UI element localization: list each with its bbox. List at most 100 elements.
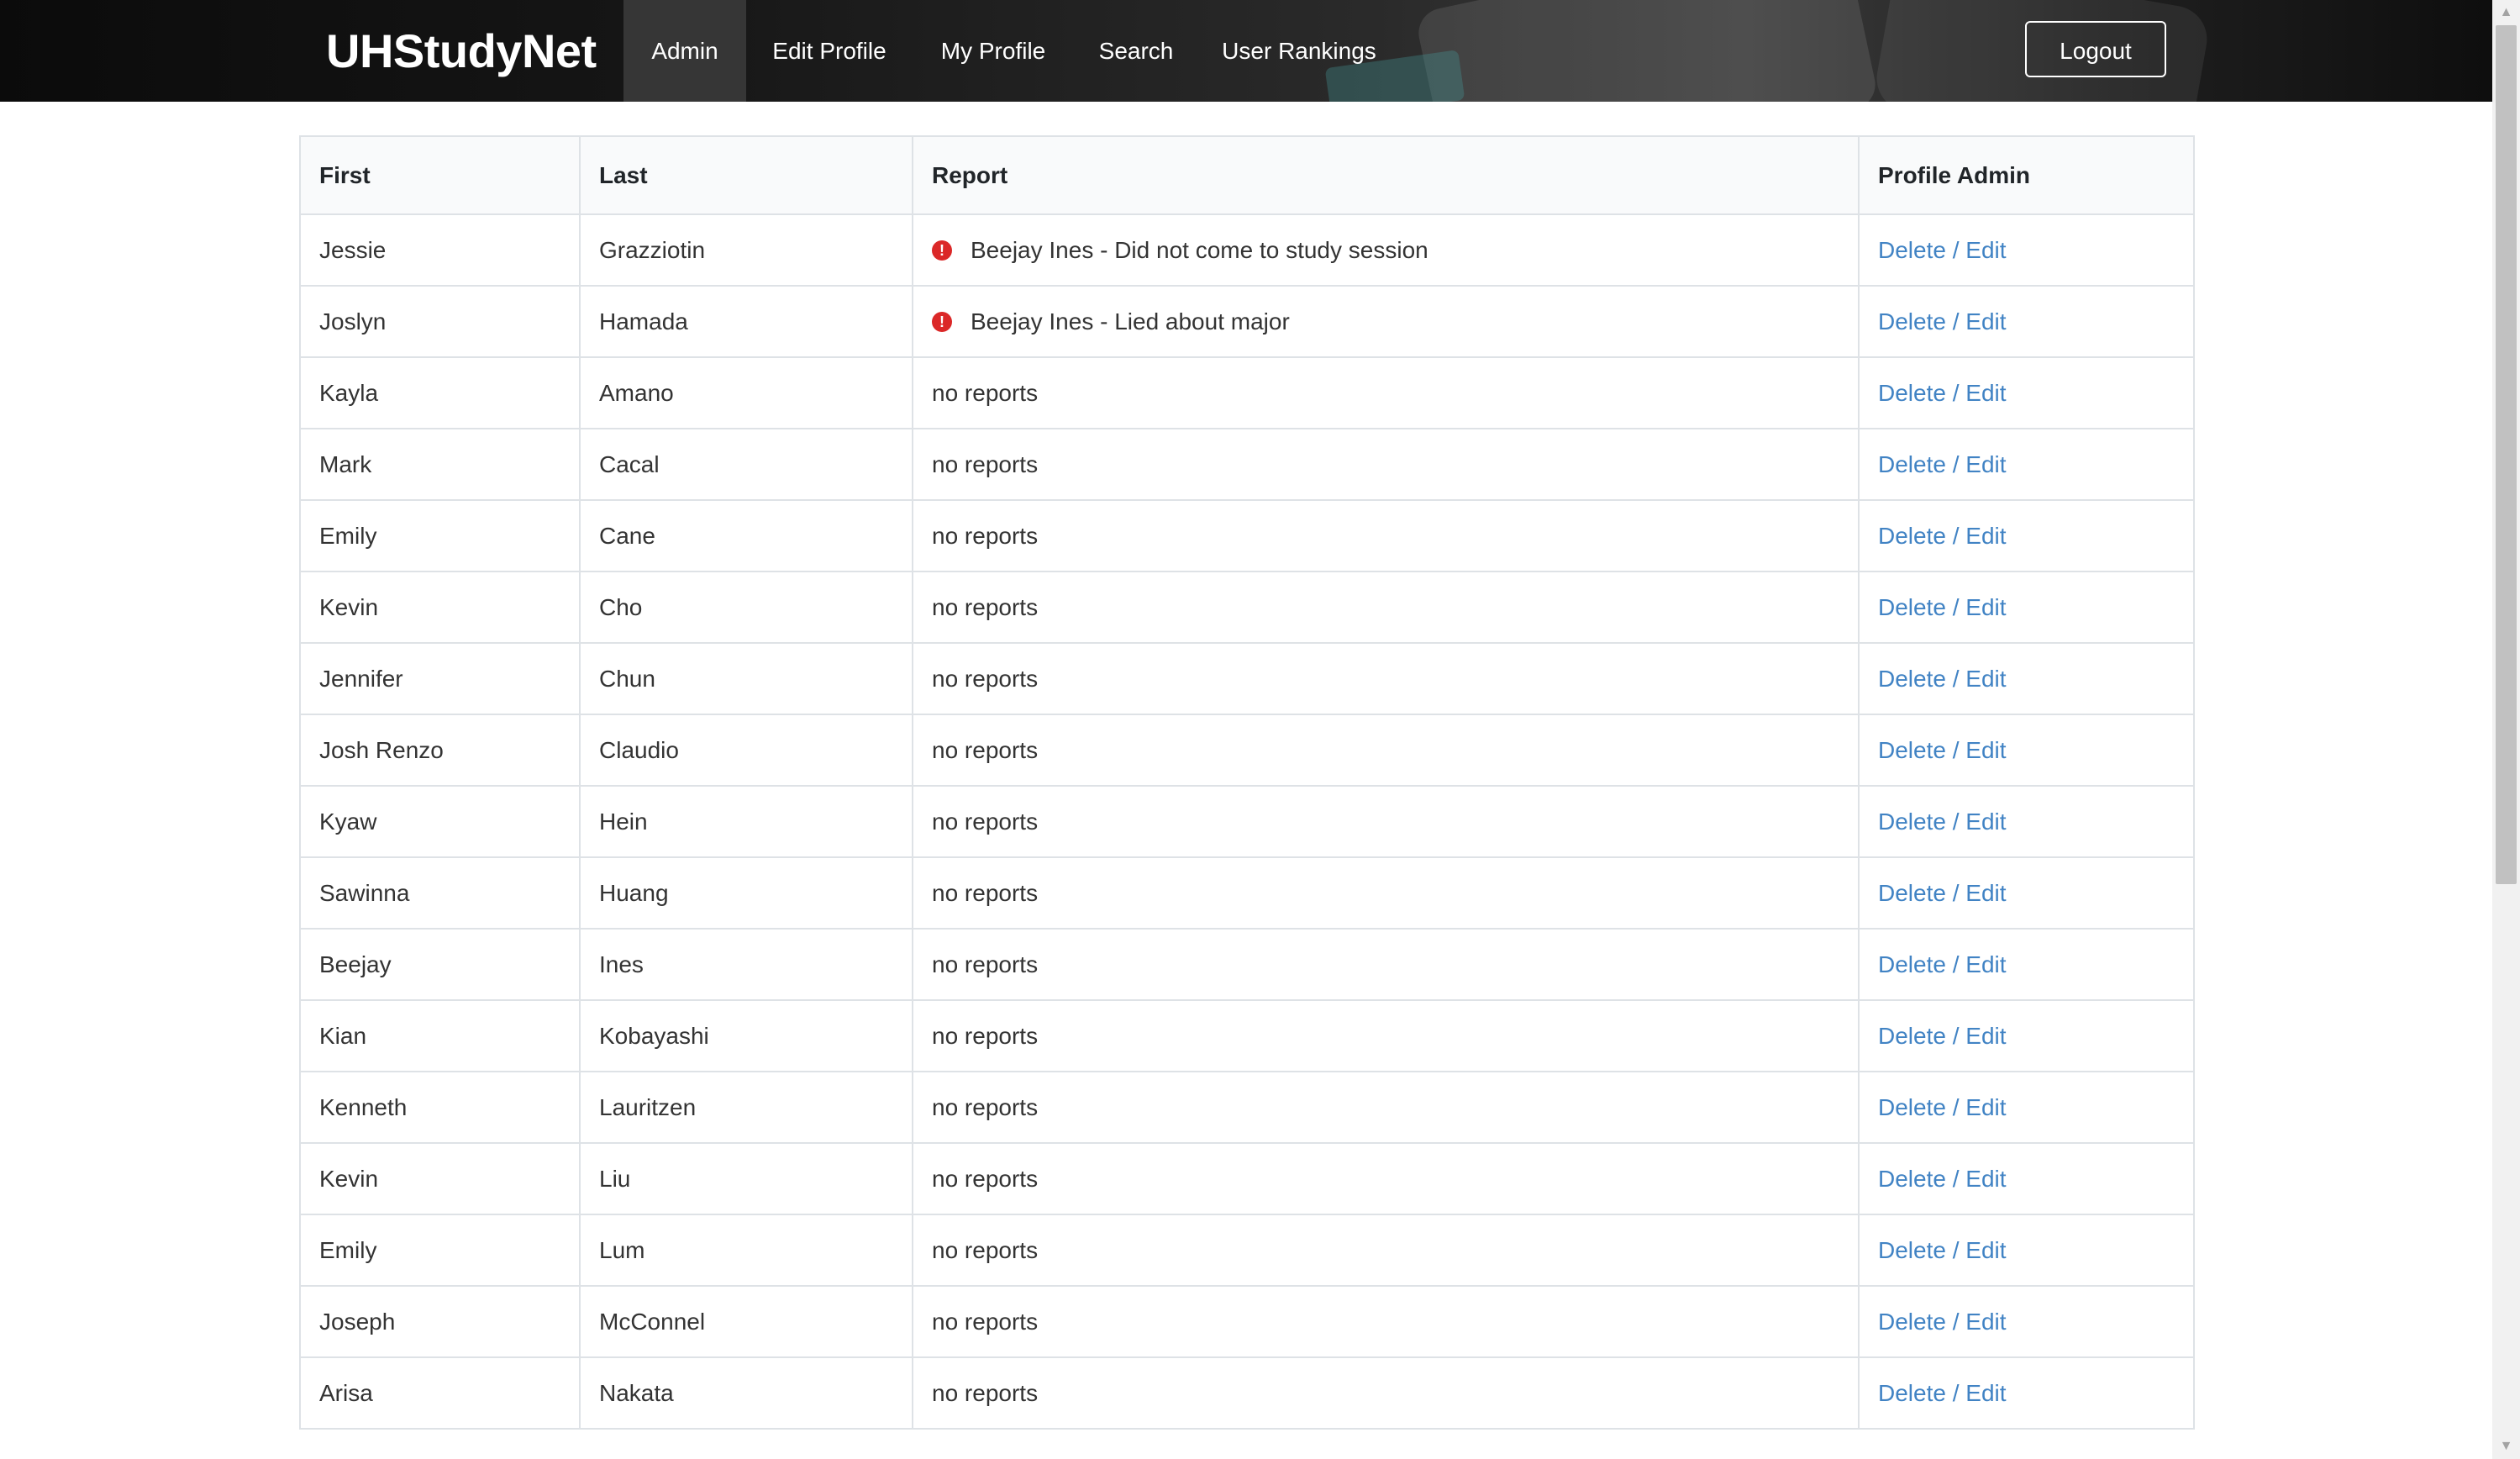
- delete-edit-link[interactable]: Delete / Edit: [1878, 1309, 2007, 1335]
- report-content: no reports: [932, 1309, 1839, 1335]
- table-row: Joslyn Hamada! Beejay Ines - Lied about ma…: [299, 285, 2195, 358]
- table-row: Beejay Ines no reports Delete / Edit: [299, 928, 2195, 1001]
- delete-edit-link[interactable]: Delete / Edit: [1878, 809, 2007, 835]
- table-row: Kevin Cho no reports Delete / Edit: [299, 571, 2195, 644]
- scrollbar-thumb[interactable]: [2496, 25, 2517, 884]
- delete-edit-link[interactable]: Delete / Edit: [1878, 1237, 2007, 1263]
- report-text: no reports: [932, 1308, 1039, 1335]
- report-text: no reports: [932, 522, 1039, 549]
- delete-edit-link[interactable]: Delete / Edit: [1878, 451, 2007, 477]
- nav-item-my-profile[interactable]: My Profile: [913, 0, 1074, 102]
- column-header-report[interactable]: Report: [912, 135, 1860, 215]
- delete-edit-link[interactable]: Delete / Edit: [1878, 1166, 2007, 1192]
- cell-last-name: Ines: [579, 928, 913, 1001]
- cell-last-name: McConnel: [579, 1285, 913, 1358]
- logout-button[interactable]: Logout: [2025, 21, 2166, 77]
- table-body: Jessie Grazziotin! Beejay Ines - Did not c…: [299, 213, 2195, 1430]
- report-text: no reports: [932, 951, 1039, 977]
- scroll-down-arrow-icon[interactable]: ▼: [2492, 1434, 2520, 1459]
- cell-report: no reports: [912, 856, 1860, 930]
- delete-edit-link[interactable]: Delete / Edit: [1878, 737, 2007, 763]
- cell-first-name: Arisa: [299, 1356, 581, 1430]
- brand-logo[interactable]: UHStudyNet: [326, 0, 597, 102]
- cell-profile-admin: Delete / Edit: [1858, 1356, 2195, 1430]
- report-text: Beejay Ines - Lied about major: [971, 308, 1290, 334]
- cell-last-name: Kobayashi: [579, 999, 913, 1072]
- report-text: no reports: [932, 665, 1039, 692]
- column-header-first[interactable]: First: [299, 135, 581, 215]
- table-row: Kyaw Hein no reports Delete / Edit: [299, 785, 2195, 858]
- cell-profile-admin: Delete / Edit: [1858, 642, 2195, 715]
- column-header-profile-admin[interactable]: Profile Admin: [1858, 135, 2195, 215]
- table-row: Arisa Nakata no reports Delete / Edit: [299, 1356, 2195, 1430]
- nav-item-edit-profile[interactable]: Edit Profile: [746, 0, 913, 102]
- cell-last-name: Chun: [579, 642, 913, 715]
- cell-profile-admin: Delete / Edit: [1858, 785, 2195, 858]
- report-content: no reports: [932, 380, 1839, 407]
- table-row: Jennifer Chun no reports Delete / Edit: [299, 642, 2195, 715]
- cell-last-name: Claudio: [579, 714, 913, 787]
- cell-report: no reports: [912, 714, 1860, 787]
- cell-last-name: Cane: [579, 499, 913, 572]
- cell-first-name: Emily: [299, 499, 581, 572]
- cell-report: no reports: [912, 999, 1860, 1072]
- report-text: no reports: [932, 379, 1039, 406]
- delete-edit-link[interactable]: Delete / Edit: [1878, 380, 2007, 406]
- nav-item-user-rankings[interactable]: User Rankings: [1198, 0, 1400, 102]
- table-row: Kayla Amano no reports Delete / Edit: [299, 356, 2195, 429]
- cell-first-name: Joseph: [299, 1285, 581, 1358]
- delete-edit-link[interactable]: Delete / Edit: [1878, 1380, 2007, 1406]
- delete-edit-link[interactable]: Delete / Edit: [1878, 594, 2007, 620]
- delete-edit-link[interactable]: Delete / Edit: [1878, 237, 2007, 263]
- cell-profile-admin: Delete / Edit: [1858, 714, 2195, 787]
- report-text: no reports: [932, 1022, 1039, 1049]
- cell-last-name: Hamada: [579, 285, 913, 358]
- cell-last-name: Cacal: [579, 428, 913, 501]
- cell-last-name: Cho: [579, 571, 913, 644]
- delete-edit-link[interactable]: Delete / Edit: [1878, 880, 2007, 906]
- delete-edit-link[interactable]: Delete / Edit: [1878, 951, 2007, 977]
- scroll-up-arrow-icon[interactable]: ▲: [2492, 0, 2520, 25]
- nav-item-search[interactable]: Search: [1074, 0, 1198, 102]
- cell-last-name: Lum: [579, 1214, 913, 1287]
- delete-edit-link[interactable]: Delete / Edit: [1878, 666, 2007, 692]
- exclamation-circle-icon: !: [932, 240, 952, 261]
- cell-first-name: Kevin: [299, 571, 581, 644]
- cell-last-name: Amano: [579, 356, 913, 429]
- cell-first-name: Josh Renzo: [299, 714, 581, 787]
- users-table-container: First Last Report Profile Admin Jessie Gr…: [299, 135, 2195, 1430]
- cell-first-name: Joslyn: [299, 285, 581, 358]
- cell-report: no reports: [912, 1071, 1860, 1144]
- report-content: no reports: [932, 523, 1839, 550]
- cell-report: no reports: [912, 928, 1860, 1001]
- table-row: Kevin Liu no reports Delete / Edit: [299, 1142, 2195, 1215]
- table-row: Kian Kobayashi no reports Delete / Edit: [299, 999, 2195, 1072]
- cell-first-name: Mark: [299, 428, 581, 501]
- cell-last-name: Huang: [579, 856, 913, 930]
- report-content: no reports: [932, 666, 1839, 693]
- delete-edit-link[interactable]: Delete / Edit: [1878, 1023, 2007, 1049]
- report-content: no reports: [932, 1237, 1839, 1264]
- delete-edit-link[interactable]: Delete / Edit: [1878, 308, 2007, 334]
- table-row: Mark Cacal no reports Delete / Edit: [299, 428, 2195, 501]
- cell-first-name: Jessie: [299, 213, 581, 287]
- cell-first-name: Kayla: [299, 356, 581, 429]
- cell-profile-admin: Delete / Edit: [1858, 428, 2195, 501]
- cell-profile-admin: Delete / Edit: [1858, 1214, 2195, 1287]
- cell-profile-admin: Delete / Edit: [1858, 928, 2195, 1001]
- table-row: Jessie Grazziotin! Beejay Ines - Did not c…: [299, 213, 2195, 287]
- report-content: no reports: [932, 1380, 1839, 1407]
- cell-profile-admin: Delete / Edit: [1858, 999, 2195, 1072]
- report-text: no reports: [932, 736, 1039, 763]
- nav-item-admin[interactable]: Admin: [623, 0, 746, 102]
- cell-profile-admin: Delete / Edit: [1858, 356, 2195, 429]
- cell-profile-admin: Delete / Edit: [1858, 1071, 2195, 1144]
- column-header-last[interactable]: Last: [579, 135, 913, 215]
- delete-edit-link[interactable]: Delete / Edit: [1878, 1094, 2007, 1120]
- table-row: Josh Renzo Claudio no reports Delete / Edit: [299, 714, 2195, 787]
- vertical-scrollbar[interactable]: ▲ ▼: [2492, 0, 2520, 1459]
- cell-last-name: Hein: [579, 785, 913, 858]
- cell-report: no reports: [912, 785, 1860, 858]
- delete-edit-link[interactable]: Delete / Edit: [1878, 523, 2007, 549]
- report-content: no reports: [932, 451, 1839, 478]
